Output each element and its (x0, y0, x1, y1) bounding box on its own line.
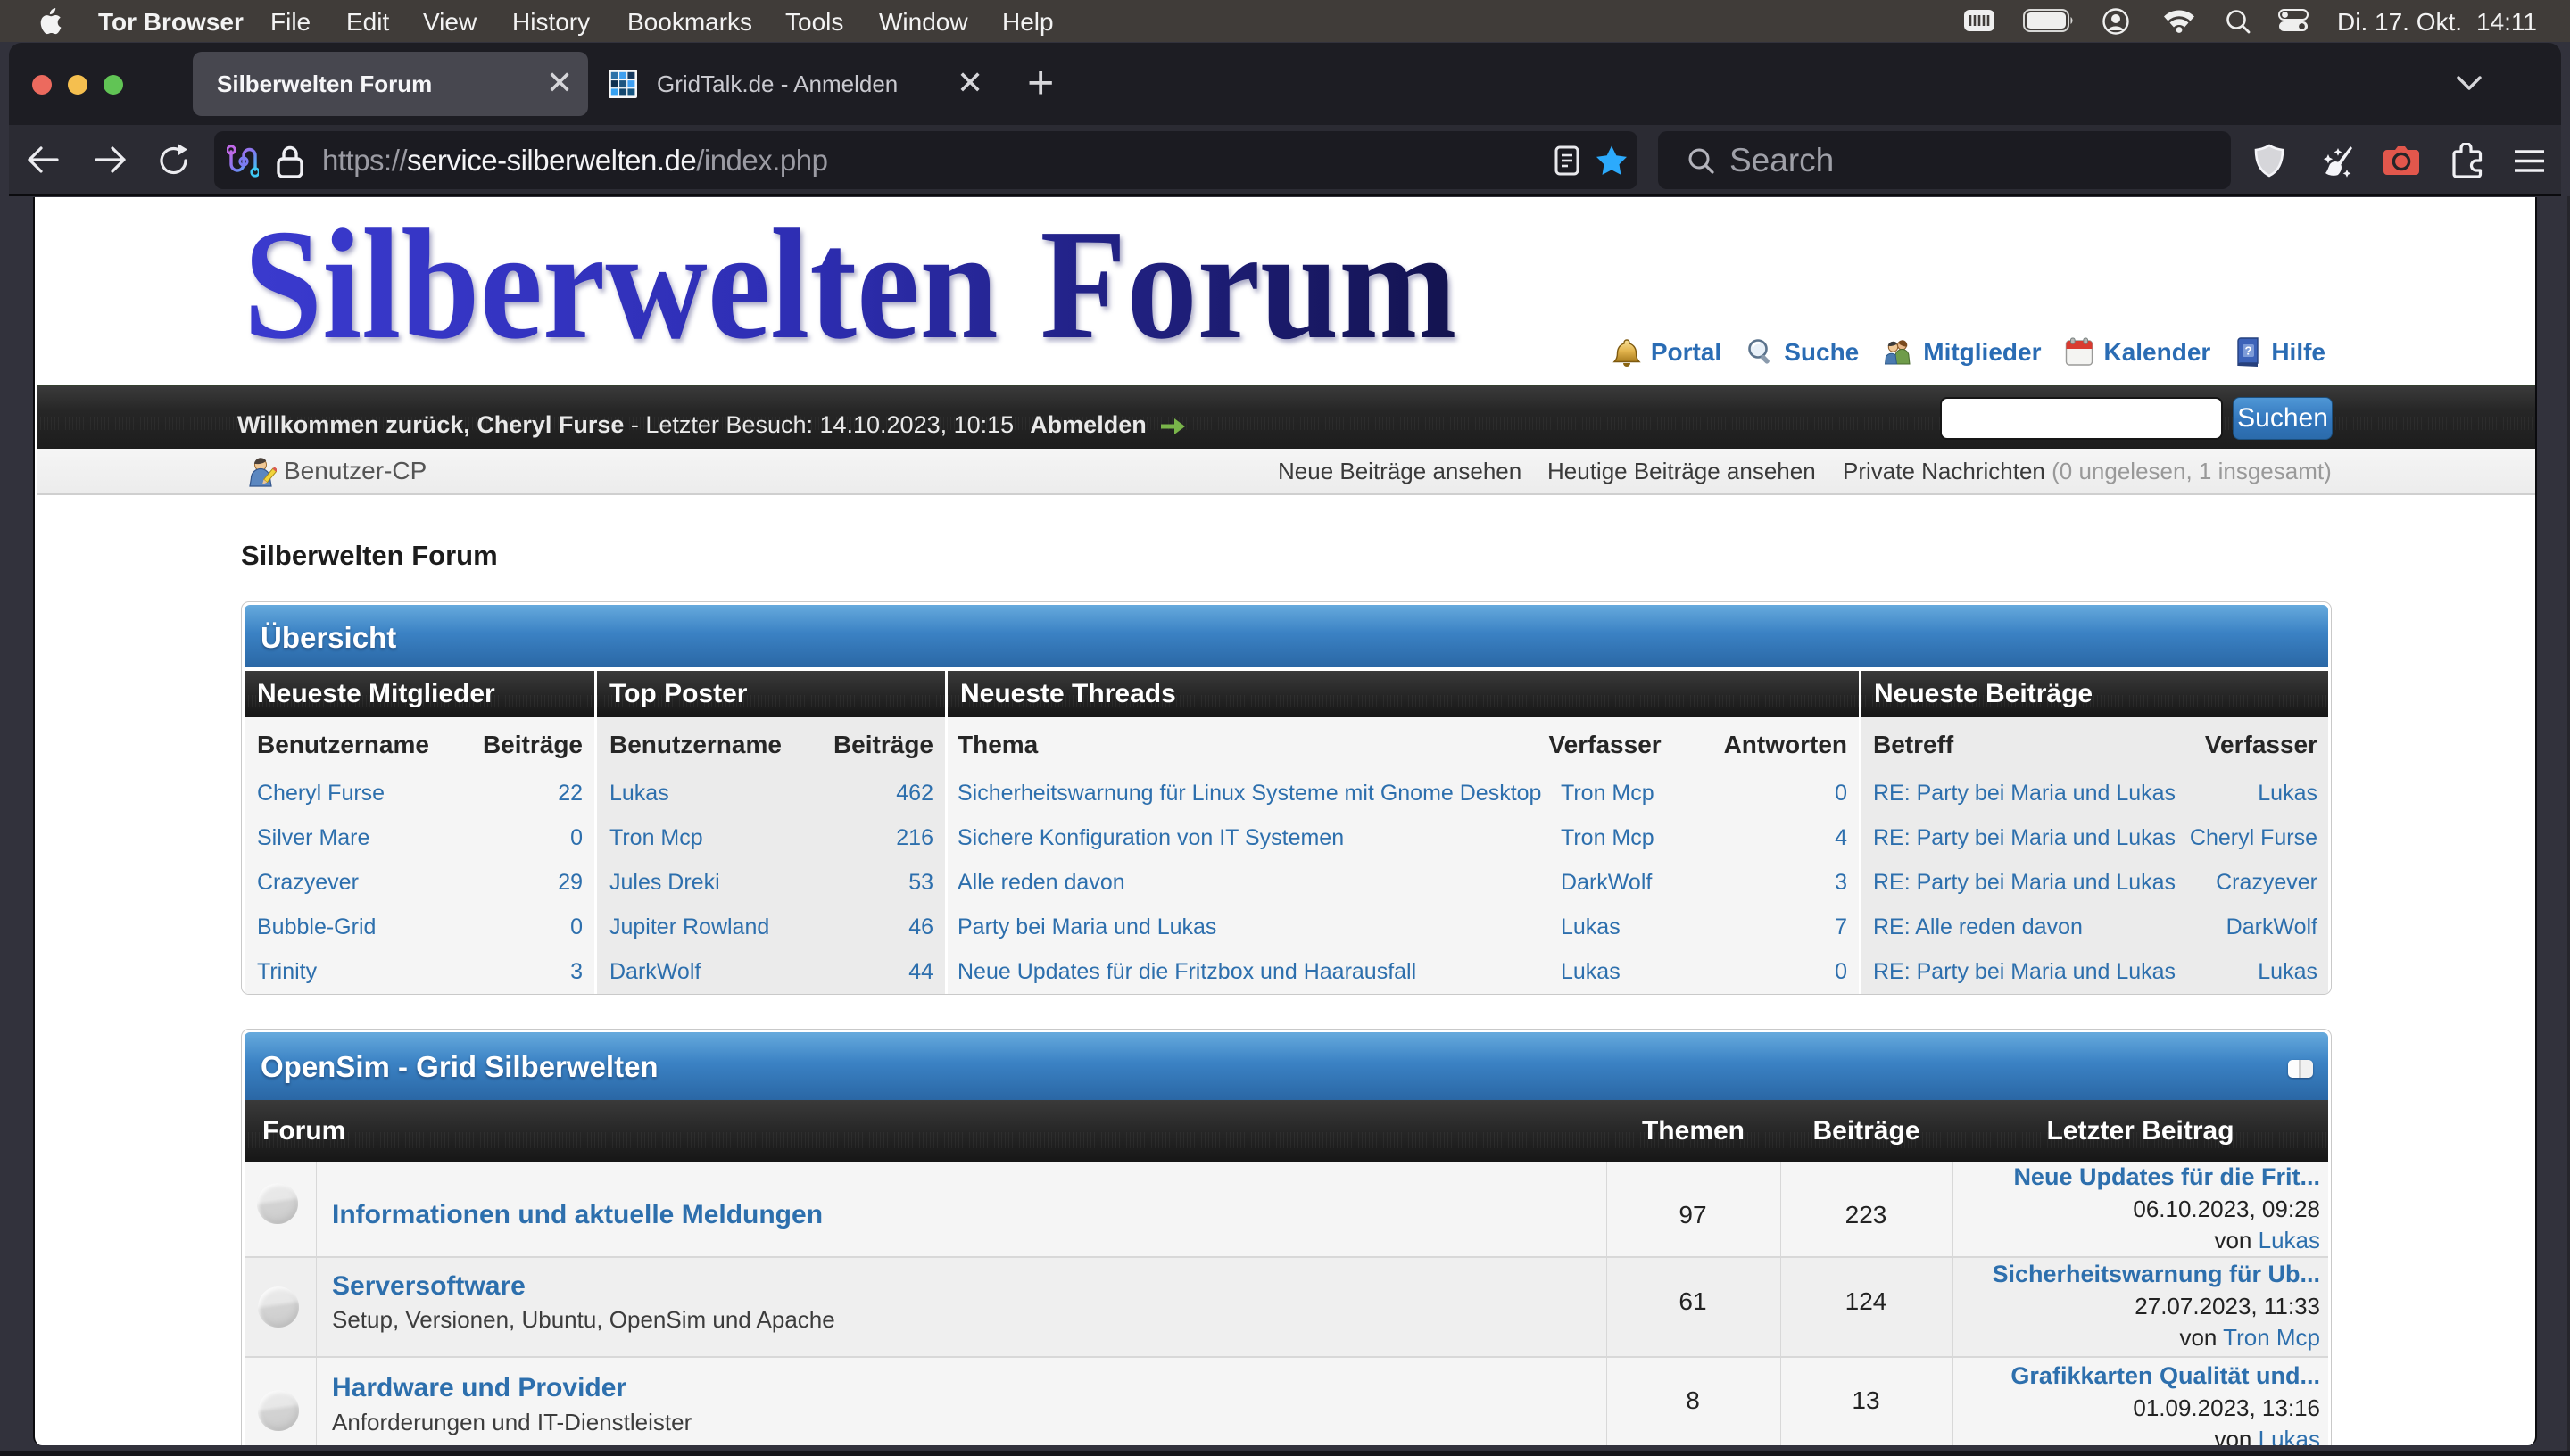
svg-text:?: ? (2245, 344, 2252, 358)
